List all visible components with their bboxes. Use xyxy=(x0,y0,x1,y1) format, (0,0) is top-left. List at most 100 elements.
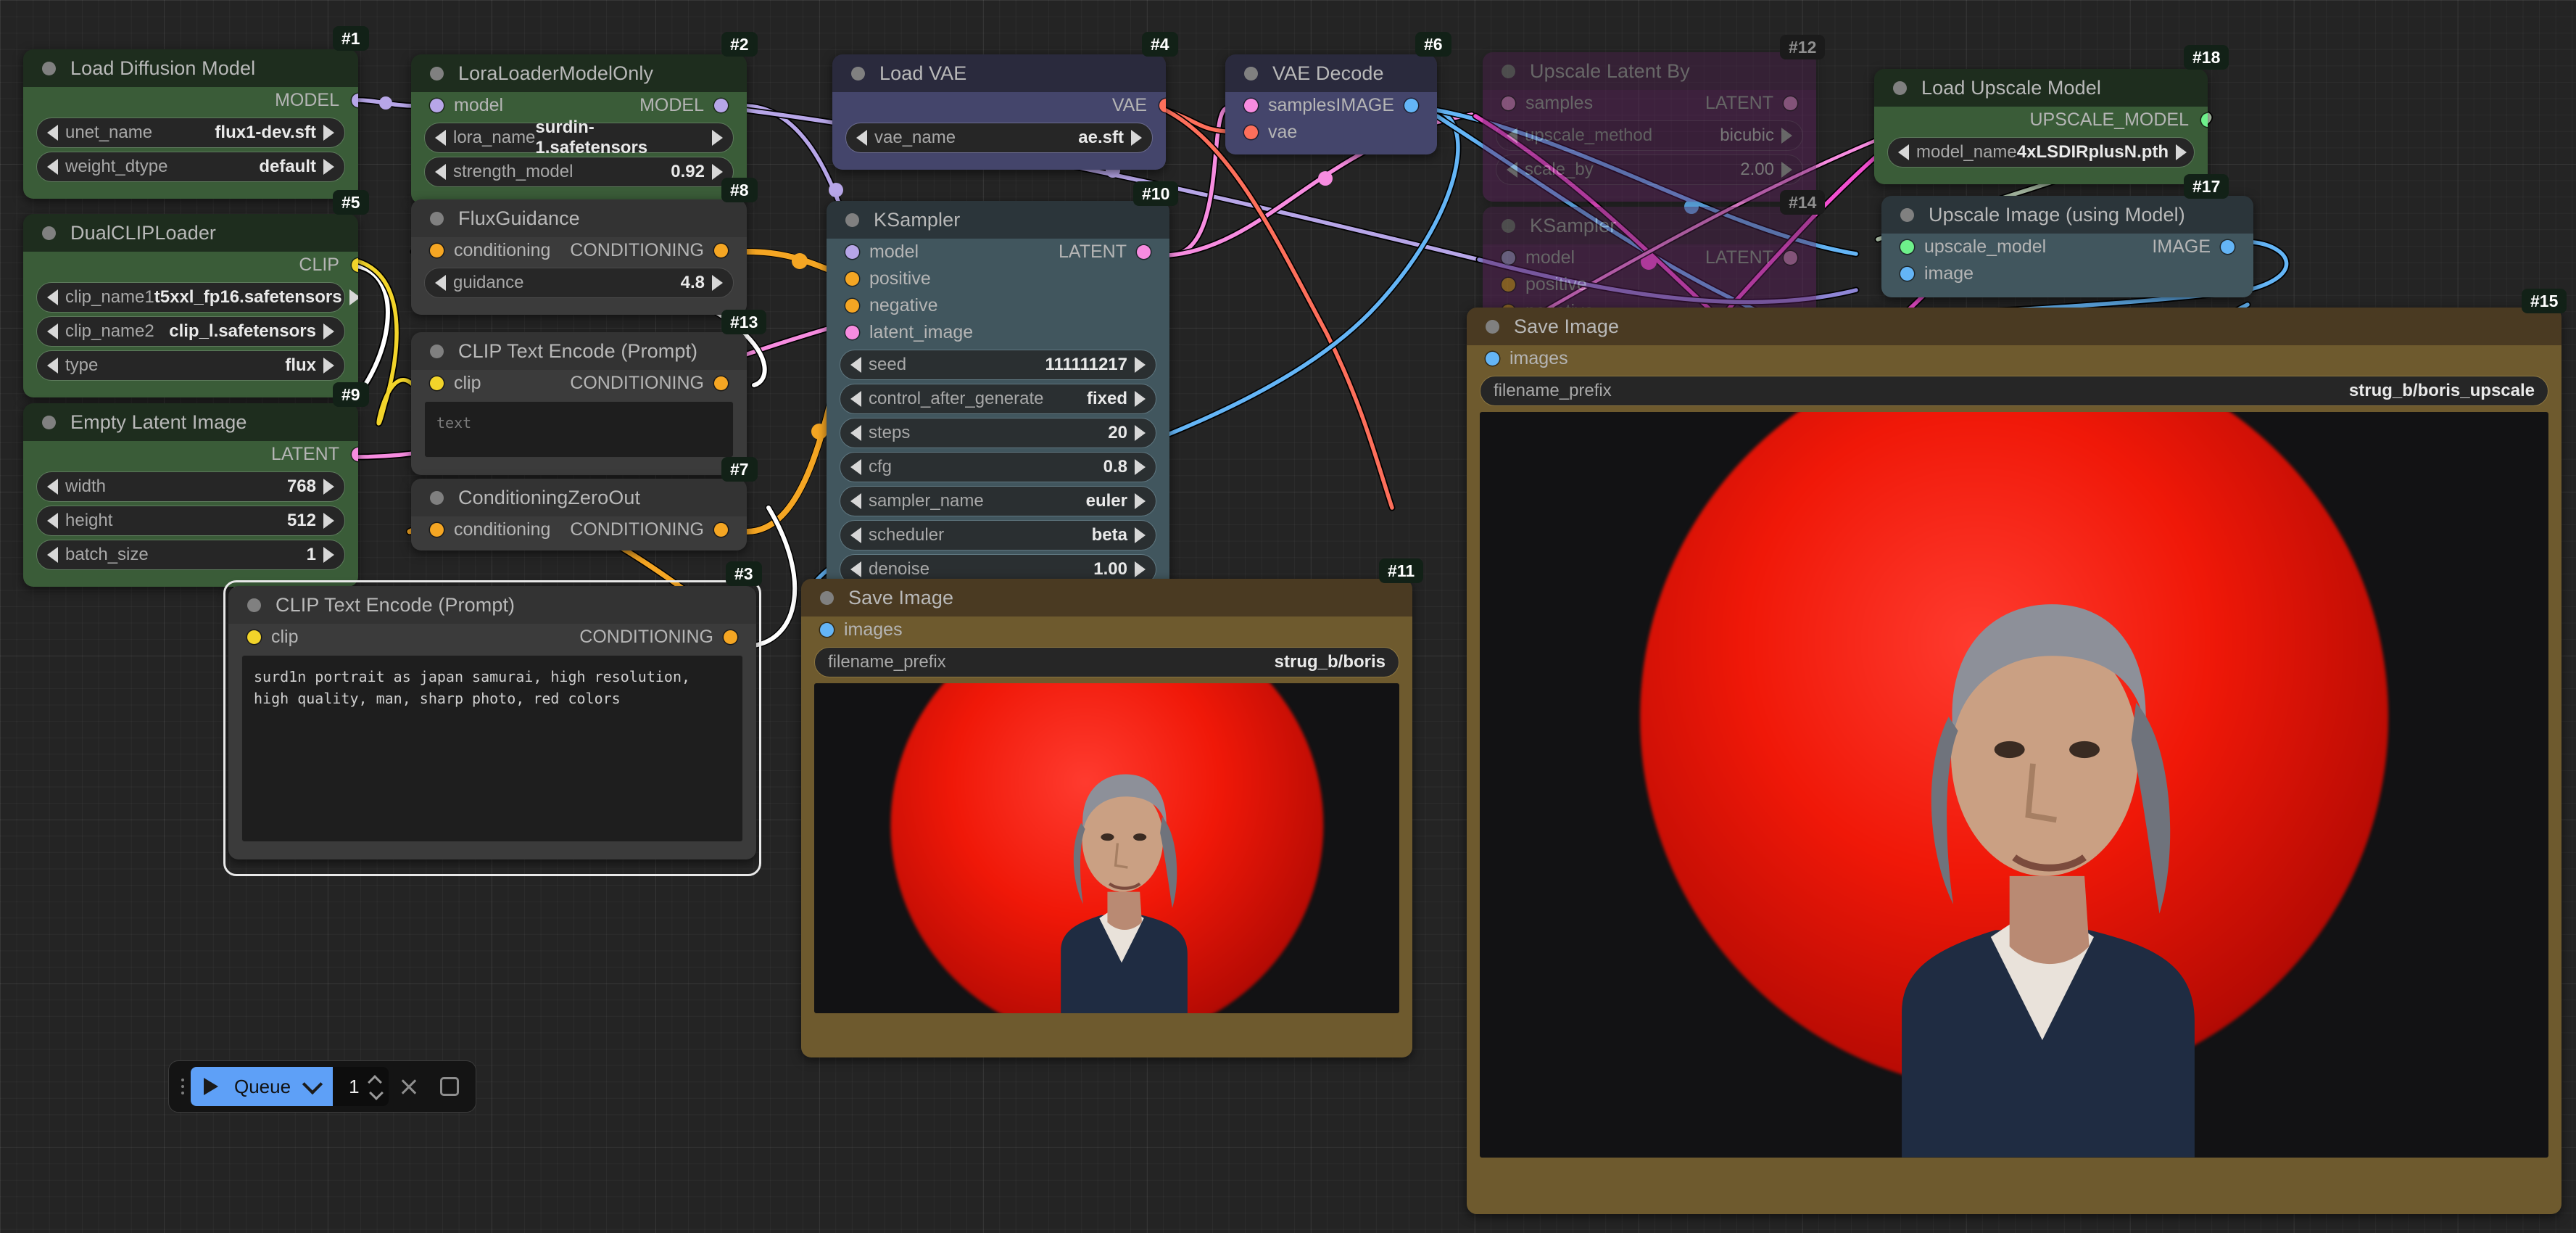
node-conditioning-zero-out[interactable]: ConditioningZeroOut conditioning CONDITI… xyxy=(411,479,747,550)
node-clip-text-encode-positive[interactable]: CLIP Text Encode (Prompt) clip CONDITION… xyxy=(228,586,756,859)
port-row-images[interactable]: images xyxy=(801,616,1412,643)
widget-upscale-method[interactable]: upscale_method bicubic xyxy=(1496,120,1803,151)
port-row-samples[interactable]: samples LATENT xyxy=(1483,90,1816,117)
input-socket-negative[interactable] xyxy=(845,299,859,313)
widget-filename-prefix[interactable]: filename_prefix strug_b/boris_upscale xyxy=(1480,376,2548,406)
increment-arrow-icon[interactable] xyxy=(712,130,723,146)
port-row-negative[interactable]: negative xyxy=(827,292,1169,319)
node-title-bar[interactable]: ConditioningZeroOut xyxy=(411,479,747,516)
widget-steps[interactable]: steps 20 xyxy=(840,418,1156,448)
decrement-arrow-icon[interactable] xyxy=(47,289,58,305)
stepper-arrows[interactable] xyxy=(370,1077,381,1096)
node-title-bar[interactable]: KSampler xyxy=(1483,207,1816,244)
port-row-latent-image[interactable]: latent_image xyxy=(827,319,1169,346)
increment-arrow-icon[interactable] xyxy=(323,358,334,374)
increment-arrow-icon[interactable] xyxy=(349,289,358,305)
increment-arrow-icon[interactable] xyxy=(323,159,334,175)
increment-arrow-icon[interactable] xyxy=(1131,130,1142,146)
decrement-arrow-icon[interactable] xyxy=(435,275,446,291)
input-socket-clip[interactable] xyxy=(430,376,444,390)
widget-strength-model[interactable]: strength_model 0.92 xyxy=(424,157,734,187)
node-title-bar[interactable]: Upscale Latent By xyxy=(1483,52,1816,90)
node-collapse-icon[interactable] xyxy=(851,66,865,81)
decrement-arrow-icon[interactable] xyxy=(47,159,58,175)
node-collapse-icon[interactable] xyxy=(247,598,261,612)
widget-unet-name[interactable]: unet_name flux1-dev.sft xyxy=(36,117,345,148)
stop-button[interactable] xyxy=(429,1066,470,1107)
port-row-model[interactable]: model LATENT xyxy=(827,239,1169,265)
decrement-arrow-icon[interactable] xyxy=(435,164,446,180)
node-title-bar[interactable]: Save Image xyxy=(801,579,1412,616)
input-socket-images[interactable] xyxy=(1486,352,1499,366)
output-socket-conditioning[interactable] xyxy=(724,630,737,644)
decrement-arrow-icon[interactable] xyxy=(1507,162,1517,178)
node-collapse-icon[interactable] xyxy=(42,61,56,75)
widget-type[interactable]: type flux xyxy=(36,350,345,381)
decrement-arrow-icon[interactable] xyxy=(850,357,861,373)
node-save-image-base[interactable]: Save Image images filename_prefix strug_… xyxy=(801,579,1412,1057)
node-vae-decode[interactable]: VAE Decode samples IMAGE vae xyxy=(1225,54,1437,154)
input-socket-model[interactable] xyxy=(845,245,859,259)
queue-button[interactable]: Queue xyxy=(191,1067,334,1106)
node-clip-text-encode-negative[interactable]: CLIP Text Encode (Prompt) clip CONDITION… xyxy=(411,332,747,475)
output-port-model[interactable]: MODEL xyxy=(23,87,358,114)
output-socket-model[interactable] xyxy=(351,94,358,107)
image-preview-base[interactable] xyxy=(814,683,1399,1013)
node-title-bar[interactable]: KSampler xyxy=(827,201,1169,239)
increment-arrow-icon[interactable] xyxy=(1135,459,1146,475)
increment-arrow-icon[interactable] xyxy=(1135,527,1146,543)
decrement-arrow-icon[interactable] xyxy=(850,493,861,509)
port-row-model[interactable]: model MODEL xyxy=(411,92,747,119)
widget-scheduler[interactable]: scheduler beta xyxy=(840,520,1156,550)
node-collapse-icon[interactable] xyxy=(845,213,859,227)
node-flux-guidance[interactable]: FluxGuidance conditioning CONDITIONING g… xyxy=(411,199,747,315)
increment-arrow-icon[interactable] xyxy=(2176,144,2187,160)
widget-scale-by[interactable]: scale_by 2.00 xyxy=(1496,154,1803,185)
widget-guidance[interactable]: guidance 4.8 xyxy=(424,268,734,298)
widget-sampler-name[interactable]: sampler_name euler xyxy=(840,486,1156,516)
port-row-conditioning[interactable]: conditioning CONDITIONING xyxy=(411,516,747,543)
node-title-bar[interactable]: Load VAE xyxy=(832,54,1166,92)
node-title-bar[interactable]: CLIP Text Encode (Prompt) xyxy=(411,332,747,370)
node-dual-clip-loader[interactable]: DualCLIPLoader CLIP clip_name1 t5xxl_fp1… xyxy=(23,214,358,397)
port-row-conditioning[interactable]: conditioning CONDITIONING xyxy=(411,237,747,264)
input-socket-samples[interactable] xyxy=(1244,99,1258,112)
widget-vae-name[interactable]: vae_name ae.sft xyxy=(845,123,1153,153)
port-row-model[interactable]: model LATENT xyxy=(1483,244,1816,271)
widget-weight-dtype[interactable]: weight_dtype default xyxy=(36,152,345,182)
port-row-positive[interactable]: positive xyxy=(1483,271,1816,298)
node-load-diffusion-model[interactable]: Load Diffusion Model MODEL unet_name flu… xyxy=(23,49,358,199)
output-socket-latent[interactable] xyxy=(351,448,358,461)
node-title-bar[interactable]: FluxGuidance xyxy=(411,199,747,237)
decrement-arrow-icon[interactable] xyxy=(47,479,58,495)
port-row-upscale-model[interactable]: upscale_model IMAGE xyxy=(1881,234,2253,260)
widget-clip-name2[interactable]: clip_name2 clip_l.safetensors xyxy=(36,316,345,347)
node-title-bar[interactable]: Upscale Image (using Model) xyxy=(1881,196,2253,234)
decrement-arrow-icon[interactable] xyxy=(850,425,861,441)
port-row-clip[interactable]: clip CONDITIONING xyxy=(411,370,747,397)
node-collapse-icon[interactable] xyxy=(42,415,56,429)
node-empty-latent-image[interactable]: Empty Latent Image LATENT width 768 heig… xyxy=(23,403,358,587)
port-row-positive[interactable]: positive xyxy=(827,265,1169,292)
output-socket-vae[interactable] xyxy=(1159,99,1166,112)
cancel-button[interactable] xyxy=(389,1066,429,1107)
output-port-latent[interactable]: LATENT xyxy=(23,441,358,468)
node-collapse-icon[interactable] xyxy=(430,490,444,505)
input-socket-conditioning[interactable] xyxy=(430,244,444,257)
input-socket-latent-image[interactable] xyxy=(845,326,859,339)
widget-clip-name1[interactable]: clip_name1 t5xxl_fp16.safetensors xyxy=(36,282,358,313)
node-collapse-icon[interactable] xyxy=(820,590,834,605)
output-port-upscale-model[interactable]: UPSCALE_MODEL xyxy=(1874,107,2208,133)
output-socket-conditioning[interactable] xyxy=(714,376,728,390)
input-socket-conditioning[interactable] xyxy=(430,523,444,537)
node-title-bar[interactable]: DualCLIPLoader xyxy=(23,214,358,252)
node-title-bar[interactable]: Empty Latent Image xyxy=(23,403,358,441)
widget-batch-size[interactable]: batch_size 1 xyxy=(36,540,345,570)
decrement-arrow-icon[interactable] xyxy=(850,527,861,543)
output-socket-model[interactable] xyxy=(714,99,728,112)
node-collapse-icon[interactable] xyxy=(430,344,444,358)
decrement-arrow-icon[interactable] xyxy=(850,391,861,407)
widget-filename-prefix[interactable]: filename_prefix strug_b/boris xyxy=(814,647,1399,677)
node-collapse-icon[interactable] xyxy=(430,211,444,226)
input-socket-image[interactable] xyxy=(1900,267,1914,281)
